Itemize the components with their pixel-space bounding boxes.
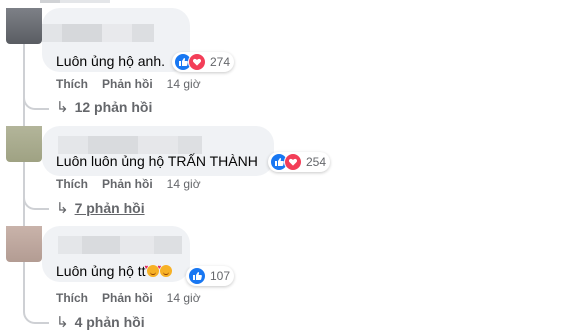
smiling-face-with-hearts-emoji: ♥ bbox=[158, 265, 172, 277]
reaction-summary[interactable]: 107 bbox=[186, 266, 235, 286]
comment-text: Luôn luôn ủng hộ TRẤN THÀNH bbox=[56, 153, 258, 169]
love-icon bbox=[188, 53, 206, 71]
reply-connector bbox=[23, 88, 49, 110]
view-replies-link[interactable]: ↳ 12 phản hồi bbox=[56, 98, 152, 116]
timestamp[interactable]: 14 giờ bbox=[167, 77, 201, 91]
author-name-redacted[interactable] bbox=[42, 24, 154, 42]
author-name-redacted[interactable] bbox=[58, 236, 182, 254]
love-icon bbox=[284, 153, 302, 171]
avatar[interactable] bbox=[6, 8, 42, 44]
avatar[interactable] bbox=[6, 226, 42, 262]
previous-comment-fragment bbox=[40, 0, 110, 3]
timestamp[interactable]: 14 giờ bbox=[167, 177, 201, 191]
reply-button[interactable]: Phản hồi bbox=[102, 291, 153, 305]
reaction-summary[interactable]: 274 bbox=[172, 52, 235, 72]
like-button[interactable]: Thích bbox=[56, 77, 88, 91]
view-replies-link[interactable]: ↳ 4 phản hồi bbox=[56, 313, 145, 331]
comment-text: Luôn ủng hộ anh. bbox=[56, 53, 165, 69]
like-icon bbox=[188, 267, 206, 285]
timestamp[interactable]: 14 giờ bbox=[167, 291, 201, 305]
reply-button[interactable]: Phản hồi bbox=[102, 177, 153, 191]
like-button[interactable]: Thích bbox=[56, 177, 88, 191]
comment-text: Luôn ủng hộ tt ♥ ♥ bbox=[56, 262, 172, 280]
reply-button[interactable]: Phản hồi bbox=[102, 77, 153, 91]
reply-arrow-icon: ↳ bbox=[56, 200, 69, 217]
like-button[interactable]: Thích bbox=[56, 291, 88, 305]
thread-line bbox=[23, 44, 25, 310]
avatar[interactable] bbox=[6, 126, 42, 162]
reply-arrow-icon: ↳ bbox=[56, 99, 69, 116]
reaction-count: 274 bbox=[210, 55, 231, 69]
reply-arrow-icon: ↳ bbox=[56, 314, 69, 331]
reaction-summary[interactable]: 254 bbox=[268, 152, 331, 172]
reaction-count: 254 bbox=[306, 155, 327, 169]
view-replies-link[interactable]: ↳ 7 phản hồi bbox=[56, 199, 145, 217]
reply-connector bbox=[23, 186, 49, 210]
reaction-count: 107 bbox=[210, 269, 231, 283]
comment-actions: Thích Phản hồi 14 giờ bbox=[56, 176, 201, 192]
comment-actions: Thích Phản hồi 14 giờ bbox=[56, 290, 201, 306]
comment-actions: Thích Phản hồi 14 giờ bbox=[56, 76, 201, 92]
reply-connector bbox=[23, 300, 49, 324]
